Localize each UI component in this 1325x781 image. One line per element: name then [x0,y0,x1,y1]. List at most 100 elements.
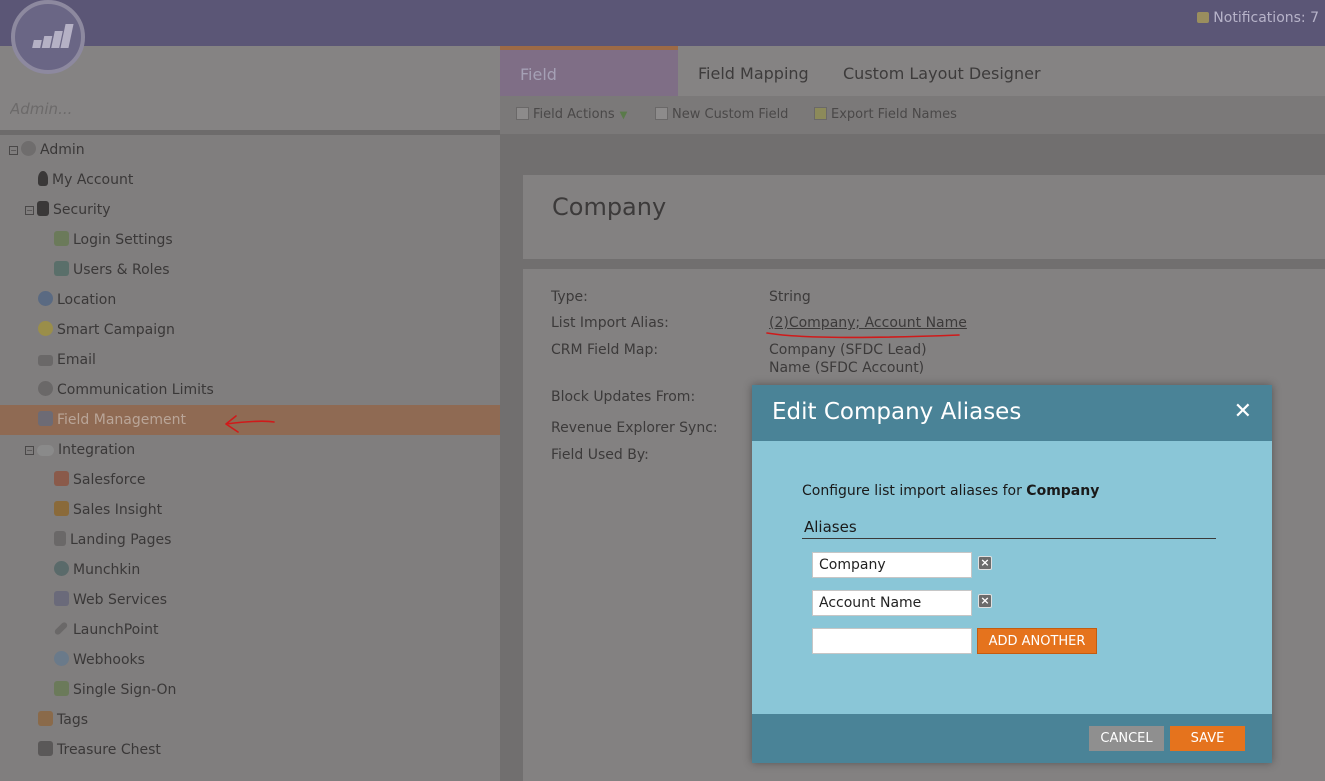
tree-item-label: Web Services [73,592,168,608]
tree-item-email[interactable]: Email [0,345,500,375]
treasure-chest-icon [38,741,53,756]
notifications-label: Notifications: 7 [1213,10,1319,26]
landing-pages-icon [54,531,66,546]
field-management-icon [38,411,53,426]
tree-item-location[interactable]: Location [0,285,500,315]
close-icon[interactable]: ✕ [1234,399,1252,424]
export-icon [814,107,827,120]
tree-item-integration[interactable]: − Integration [0,435,500,465]
dialog-intro: Configure list import aliases for Compan… [802,483,1099,499]
munchkin-icon [54,561,69,576]
dialog-title: Edit Company Aliases [772,399,1022,425]
marketo-logo[interactable] [11,0,85,74]
tab-field-management[interactable]: Field Management [500,46,678,134]
export-field-names-button[interactable]: Export Field Names [814,107,957,122]
tree-item-single-sign-on[interactable]: Single Sign-On [0,675,500,705]
logo-bar [60,24,74,48]
field-used-by-label: Field Used By: [551,447,649,463]
tree-item-web-services[interactable]: Web Services [0,585,500,615]
tab-custom-layout-designer[interactable]: Custom Layout Designer [823,46,1061,96]
tree-item-salesforce[interactable]: Salesforce [0,465,500,495]
alias-label: List Import Alias: [551,315,669,331]
aliases-heading: Aliases [804,518,857,536]
field-actions-label: Field Actions [533,107,615,122]
collapse-toggle-icon[interactable]: − [9,146,18,155]
tree-item-label: Field Management [57,412,186,428]
tab-bar: Field Management Field Mapping Custom La… [500,46,1325,134]
crm-value-lead: Company (SFDC Lead) [769,342,927,358]
tree-item-label: Admin [40,142,85,158]
tree-item-label: Treasure Chest [57,742,161,758]
alias-input-company[interactable] [812,552,972,578]
new-custom-field-label: New Custom Field [672,107,789,122]
tree-item-security[interactable]: − Security [0,195,500,225]
crm-field-map-label: CRM Field Map: [551,342,659,358]
gear-icon [21,141,36,156]
salesforce-icon [54,471,69,486]
tree-item-webhooks[interactable]: Webhooks [0,645,500,675]
field-actions-button[interactable]: Field Actions ▼ [516,107,627,122]
admin-search-input[interactable] [10,100,310,118]
add-another-button[interactable]: ADD ANOTHER [977,628,1097,654]
admin-sidebar: − Admin My Account − Security Login Settin… [0,46,500,781]
tree-item-label: Integration [58,442,136,458]
key-icon [54,231,69,246]
type-value: String [769,289,811,305]
revenue-sync-label: Revenue Explorer Sync: [551,420,718,436]
sso-key-icon [54,681,69,696]
new-custom-field-button[interactable]: New Custom Field [655,107,788,122]
remove-alias-icon[interactable]: × [978,594,992,608]
chevron-down-icon: ▼ [619,110,628,121]
at-icon [38,381,53,396]
tree-item-my-account[interactable]: My Account [0,165,500,195]
annotation-underline [766,332,960,339]
tree-item-admin[interactable]: − Admin [0,135,500,165]
tree-item-launchpoint[interactable]: LaunchPoint [0,615,500,645]
tree-item-treasure-chest[interactable]: Treasure Chest [0,735,500,765]
tree-item-label: LaunchPoint [73,622,159,638]
notifications-icon [1197,12,1210,23]
user-icon [38,171,48,186]
tag-icon [38,711,53,726]
tree-item-label: Email [57,352,96,368]
tree-item-sales-insight[interactable]: Sales Insight [0,495,500,525]
alias-input-account-name[interactable] [812,590,972,616]
tree-item-landing-pages[interactable]: Landing Pages [0,525,500,555]
rocket-icon [53,621,69,636]
dialog-header: Edit Company Aliases ✕ [752,385,1272,441]
email-icon [38,355,53,366]
web-services-icon [54,591,69,606]
notifications[interactable]: Notifications: 7 [1197,10,1319,26]
tree-item-login-settings[interactable]: Login Settings [0,225,500,255]
cancel-button[interactable]: CANCEL [1089,726,1164,751]
aliases-divider [802,538,1216,539]
tab-field-mapping[interactable]: Field Mapping [678,46,829,96]
collapse-toggle-icon[interactable]: − [25,206,34,215]
tree-item-label: Salesforce [73,472,146,488]
lock-icon [37,201,49,216]
field-actions-icon [516,107,529,120]
tree-item-munchkin[interactable]: Munchkin [0,555,500,585]
tree-item-label: My Account [52,172,134,188]
tree-item-users-roles[interactable]: Users & Roles [0,255,500,285]
collapse-toggle-icon[interactable]: − [25,446,34,455]
tree-item-label: Webhooks [73,652,145,668]
tree-item-label: Tags [57,712,88,728]
remove-alias-icon[interactable]: × [978,556,992,570]
tree-item-tags[interactable]: Tags [0,705,500,735]
cloud-icon [37,445,54,456]
crm-value-account: Name (SFDC Account) [769,360,925,376]
tree-item-label: Smart Campaign [57,322,175,338]
save-button[interactable]: SAVE [1170,726,1245,751]
tree-item-label: Landing Pages [70,532,172,548]
intro-text: Configure list import aliases for [802,483,1022,499]
users-icon [54,261,69,276]
top-bar: Notifications: 7 [0,0,1325,46]
block-updates-label: Block Updates From: [551,389,696,405]
tree-item-smart-campaign[interactable]: Smart Campaign [0,315,500,345]
new-field-icon [655,107,668,120]
intro-field-name: Company [1026,483,1100,499]
tree-item-communication-limits[interactable]: Communication Limits [0,375,500,405]
new-alias-input[interactable] [812,628,972,654]
tree-item-label: Users & Roles [73,262,170,278]
